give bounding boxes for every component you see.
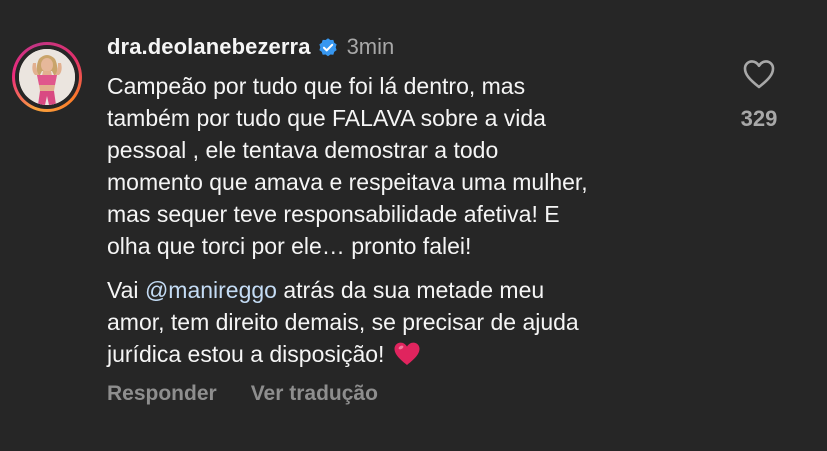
avatar-photo (19, 49, 75, 105)
avatar[interactable] (19, 49, 75, 105)
mention-link[interactable]: @manireggo (145, 277, 277, 303)
comment-paragraph-2: Vai @manireggo atrás da sua metade meu a… (107, 274, 747, 370)
verified-badge-icon (318, 38, 337, 57)
red-heart-emoji-icon (394, 342, 420, 365)
comment-header: dra.deolanebezerra 3min (107, 33, 394, 61)
comment-text-before-mention: Vai (107, 277, 145, 303)
like-count: 329 (740, 106, 778, 131)
heart-outline-icon[interactable] (742, 58, 776, 90)
comment-actions: Responder Ver tradução (107, 382, 378, 406)
comment-timestamp: 3min (346, 34, 395, 59)
translate-button[interactable]: Ver tradução (251, 382, 378, 406)
comment-paragraph-1: Campeão por tudo que foi lá dentro, mas … (107, 73, 588, 259)
comment: dra.deolanebezerra 3min Campeão por tudo… (0, 0, 827, 451)
avatar-ring-gap (15, 45, 79, 109)
username-link[interactable]: dra.deolanebezerra (107, 34, 311, 60)
reply-button[interactable]: Responder (107, 382, 217, 406)
comment-body: Campeão por tudo que foi lá dentro, mas … (107, 70, 747, 370)
avatar-story-ring[interactable] (12, 42, 82, 112)
like-container: 329 (719, 58, 799, 132)
